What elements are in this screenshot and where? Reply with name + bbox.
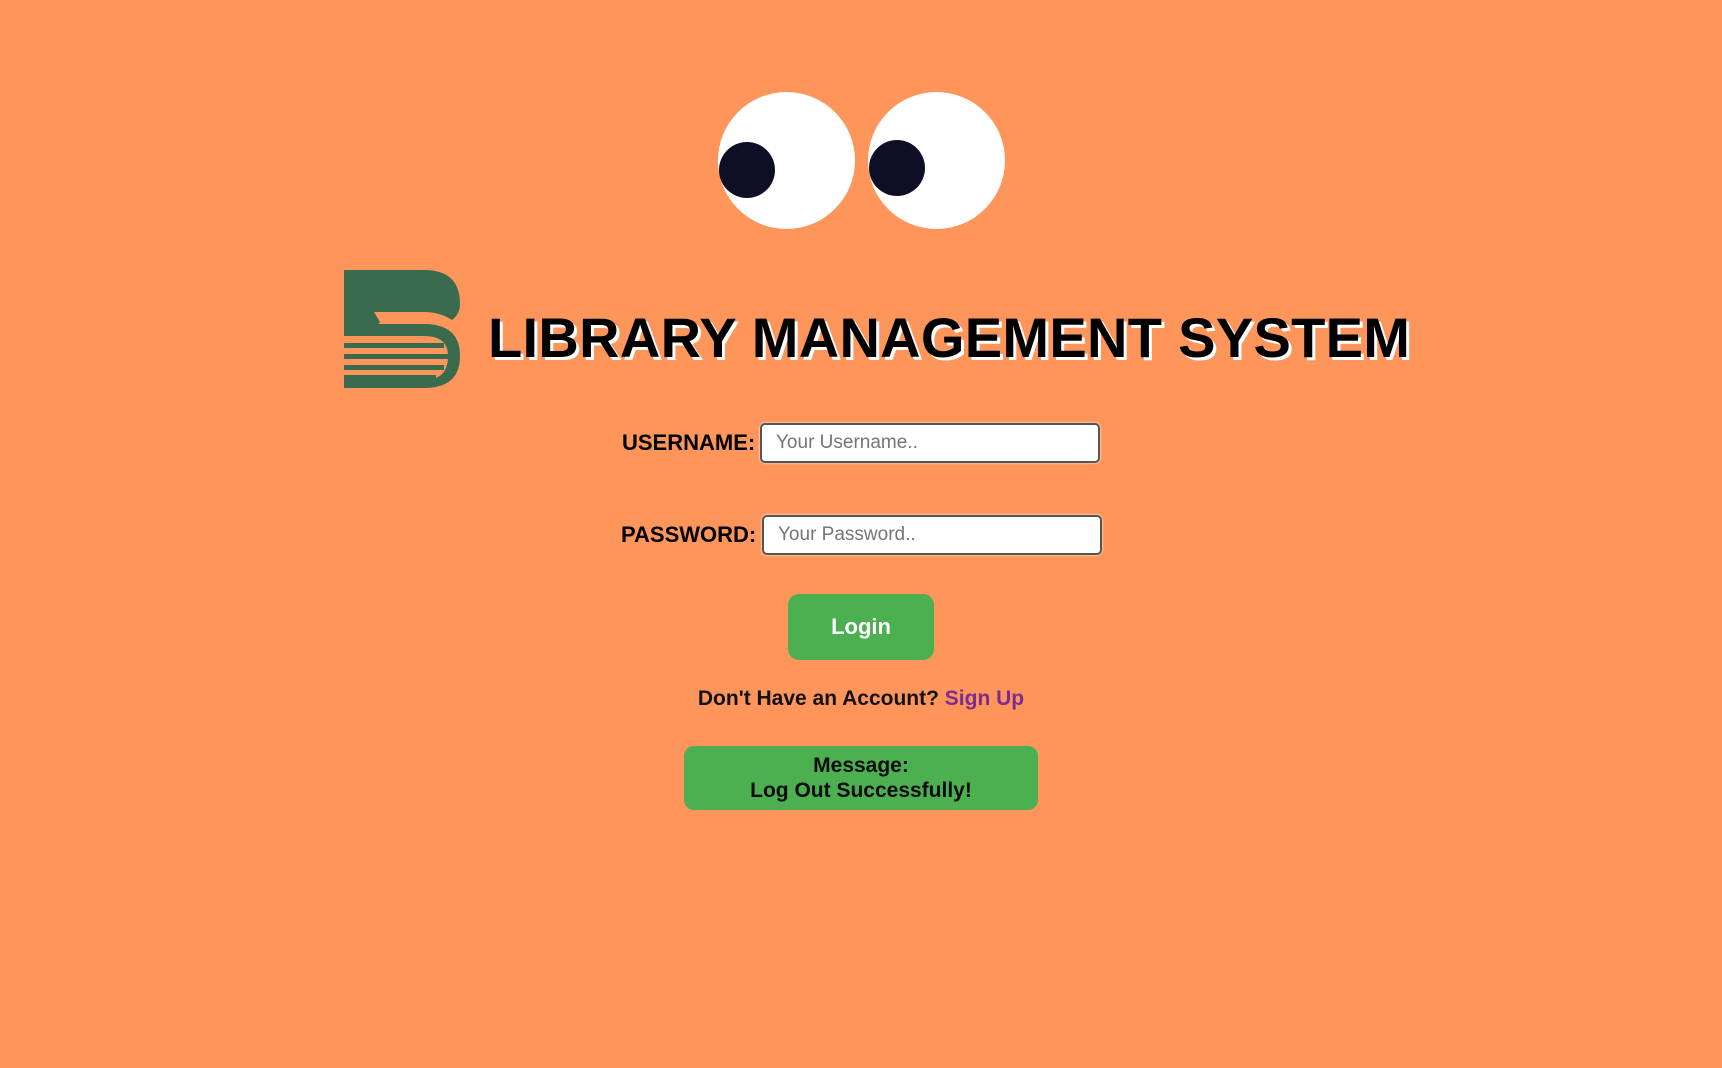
message-heading: Message: — [813, 754, 909, 777]
message-text: Log Out Successfully! — [750, 779, 972, 802]
left-pupil — [719, 142, 775, 198]
password-label: PASSWORD: — [621, 522, 757, 547]
password-input[interactable] — [762, 515, 1102, 555]
status-message-box: Message: Log Out Successfully! — [684, 746, 1038, 810]
username-label: USERNAME: — [622, 430, 756, 455]
right-pupil — [869, 140, 925, 196]
signup-prompt-text: Don't Have an Account? — [697, 687, 939, 710]
right-eye-decoration — [868, 92, 1005, 229]
login-button[interactable]: Login — [788, 594, 934, 660]
username-input[interactable] — [760, 423, 1100, 463]
library-book-logo-icon — [344, 270, 460, 388]
signup-link[interactable]: Sign Up — [945, 687, 1024, 710]
page-title: LIBRARY MANAGEMENT SYSTEM — [488, 306, 1411, 369]
left-eye-decoration — [718, 92, 855, 229]
signup-prompt-line: Don't Have an Account? Sign Up — [0, 686, 1722, 712]
